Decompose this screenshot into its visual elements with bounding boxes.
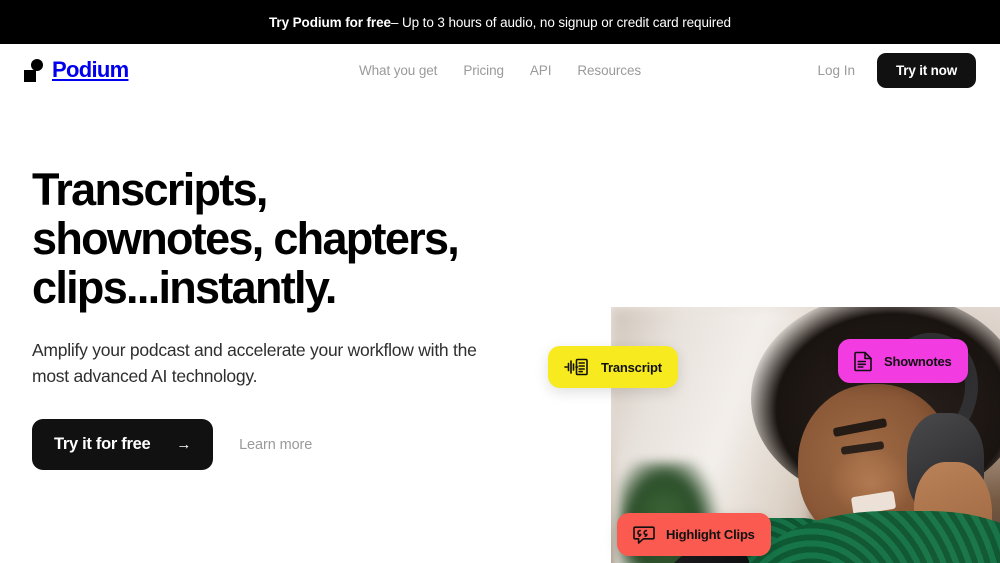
waveform-document-icon xyxy=(564,357,590,377)
arrow-right-icon: → xyxy=(176,436,192,453)
badge-highlight-clips-label: Highlight Clips xyxy=(666,527,755,542)
header-actions: Log In Try it now xyxy=(817,52,976,88)
announcement-strong-text: Try Podium for free xyxy=(269,14,391,30)
badge-transcript-label: Transcript xyxy=(601,359,662,375)
try-it-for-free-button[interactable]: Try it for free → xyxy=(32,419,214,470)
headline-line-1: Transcripts, xyxy=(32,164,268,215)
announcement-rest-text: – Up to 3 hours of audio, no signup or c… xyxy=(390,14,731,30)
nav-item-resources[interactable]: Resources xyxy=(577,63,641,78)
nav-item-api[interactable]: API xyxy=(530,63,552,78)
try-it-for-free-label: Try it for free xyxy=(54,435,151,453)
hero-section: Transcripts, shownotes, chapters, clips.… xyxy=(0,96,1000,563)
announcement-bar: Try Podium for free – Up to 3 hours of a… xyxy=(0,0,1000,44)
learn-more-link[interactable]: Learn more xyxy=(239,437,312,453)
hero-copy: Transcripts, shownotes, chapters, clips.… xyxy=(32,165,532,470)
nav-item-what-you-get[interactable]: What you get xyxy=(359,63,437,78)
headline-line-3: clips...instantly. xyxy=(32,262,337,313)
log-in-link[interactable]: Log In xyxy=(817,63,855,78)
nav-item-pricing[interactable]: Pricing xyxy=(463,63,504,78)
badge-shownotes[interactable]: Shownotes xyxy=(838,339,968,383)
site-header: Podium What you get Pricing API Resource… xyxy=(0,44,1000,96)
page-title: Transcripts, shownotes, chapters, clips.… xyxy=(32,165,532,312)
hero-cta-row: Try it for free → Learn more xyxy=(32,419,532,470)
badge-highlight-clips[interactable]: Highlight Clips xyxy=(617,513,771,556)
brand-logo[interactable]: Podium xyxy=(24,57,129,83)
badge-shownotes-label: Shownotes xyxy=(884,353,952,369)
hero-subheading: Amplify your podcast and accelerate your… xyxy=(32,340,477,386)
brand-name: Podium xyxy=(52,57,129,82)
podium-mark-icon xyxy=(24,58,43,82)
quote-bubble-icon xyxy=(633,524,655,545)
primary-nav: What you get Pricing API Resources xyxy=(359,63,641,78)
headline-line-2: shownotes, chapters, xyxy=(32,213,460,264)
document-icon xyxy=(854,350,873,372)
badge-transcript[interactable]: Transcript xyxy=(548,346,678,388)
try-it-now-button[interactable]: Try it now xyxy=(876,52,976,88)
